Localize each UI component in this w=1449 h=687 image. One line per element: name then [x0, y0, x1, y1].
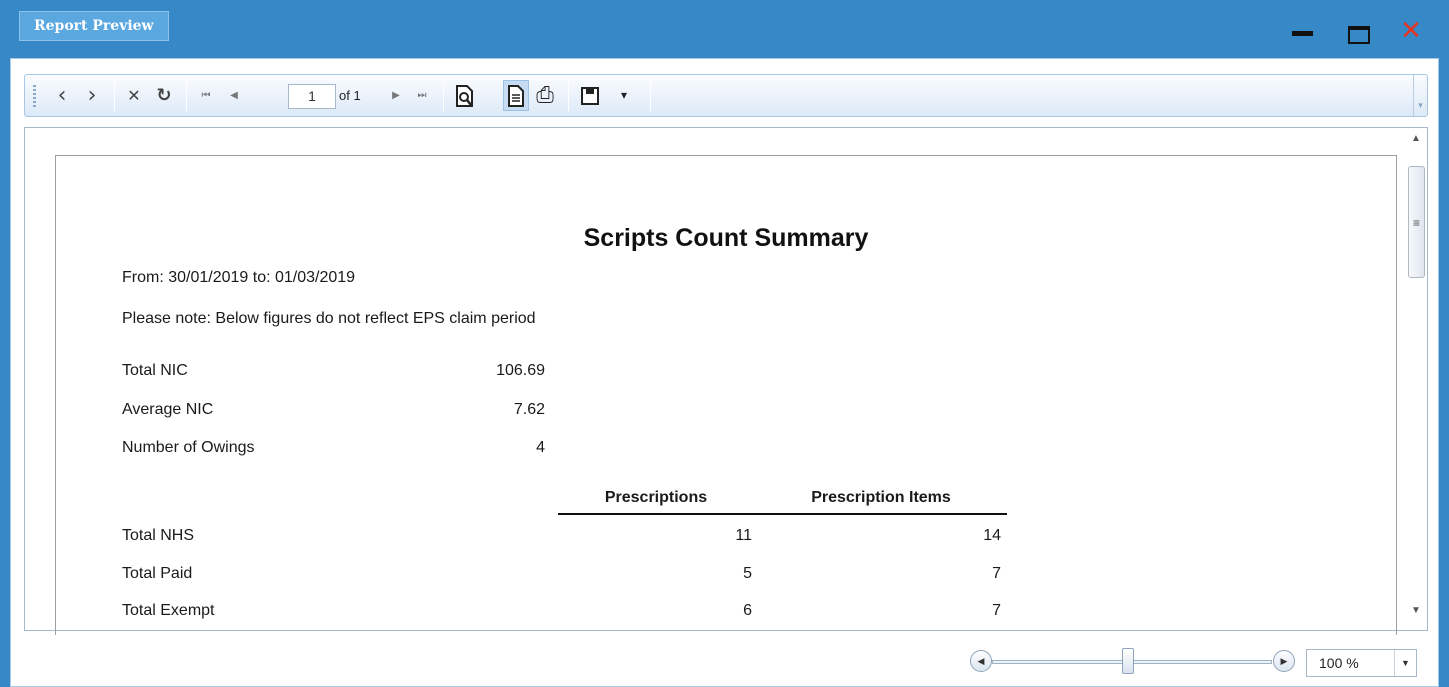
table-row-label: Total NHS [122, 527, 195, 544]
first-page-icon[interactable]: ⏮ [195, 75, 217, 116]
page-layout-icon[interactable] [504, 75, 528, 116]
toolbar-grip[interactable] [33, 85, 36, 107]
export-dropdown-icon[interactable]: ▾ [615, 75, 633, 116]
toolbar-overflow-icon[interactable]: ▾ [1413, 75, 1427, 116]
column-header-prescription-items: Prescription Items [811, 489, 951, 506]
maximize-button[interactable] [1344, 18, 1370, 44]
print-icon[interactable]: ⎙ [532, 75, 558, 116]
table-row-label: Total Paid [122, 565, 193, 582]
close-button[interactable]: ✕ [1398, 18, 1424, 44]
report-title: Scripts Count Summary [583, 224, 869, 252]
summary-label-total-nic: Total NIC [122, 362, 188, 379]
chevron-down-icon[interactable]: ▼ [1394, 650, 1416, 676]
report-toolbar: ‹ › ✕ ↻ ⏮ ◀ 1 of 1 ▶ ⏭ ⎙ ▾ ▾ [24, 74, 1428, 117]
summary-value-owings: 4 [536, 439, 545, 456]
toolbar-separator [650, 81, 651, 111]
table-cell-prescriptions: 6 [743, 602, 752, 619]
last-page-icon[interactable]: ⏭ [411, 75, 433, 116]
report-viewport[interactable]: Scripts Count Summary From: 30/01/2019 t… [24, 127, 1428, 635]
previous-page-icon[interactable]: ◀ [223, 75, 245, 116]
zoom-in-icon[interactable]: ▶ [1273, 650, 1295, 672]
title-bar: Report Preview ✕ [0, 0, 1449, 58]
date-range-text: From: 30/01/2019 to: 01/03/2019 [122, 269, 356, 286]
header-underline [558, 513, 1007, 515]
minimize-button[interactable] [1290, 18, 1316, 44]
save-icon[interactable] [577, 75, 603, 116]
table-cell-items: 7 [992, 565, 1001, 582]
current-page-input[interactable]: 1 [288, 84, 336, 109]
find-icon[interactable] [452, 75, 478, 116]
toolbar-separator [568, 81, 569, 111]
summary-value-average-nic: 7.62 [513, 401, 545, 418]
vertical-scrollbar[interactable]: ▲ ≡ ▼ [1405, 128, 1427, 630]
summary-label-owings: Number of Owings [122, 439, 255, 456]
report-page: Scripts Count Summary From: 30/01/2019 t… [55, 155, 1397, 635]
table-row-label: Total Exempt [122, 602, 215, 619]
stop-icon[interactable]: ✕ [123, 75, 145, 116]
zoom-value: 100 % [1319, 655, 1359, 671]
report-viewer-client: ‹ › ✕ ↻ ⏮ ◀ 1 of 1 ▶ ⏭ ⎙ ▾ ▾ Scripts Cou… [10, 58, 1439, 687]
toolbar-separator [186, 81, 187, 111]
zoom-slider-thumb[interactable] [1122, 648, 1134, 674]
scroll-down-icon[interactable]: ▼ [1405, 602, 1427, 620]
table-cell-prescriptions: 5 [743, 565, 752, 582]
forward-icon[interactable]: › [81, 75, 103, 116]
refresh-icon[interactable]: ↻ [153, 75, 175, 116]
table-cell-prescriptions: 11 [735, 527, 752, 544]
zoom-select[interactable]: 100 % ▼ [1306, 649, 1417, 677]
summary-label-average-nic: Average NIC [122, 401, 214, 418]
summary-value-total-nic: 106.69 [496, 362, 545, 379]
table-cell-items: 14 [983, 527, 1001, 544]
toolbar-separator [443, 81, 444, 111]
page-count-label: of 1 [339, 88, 361, 103]
next-page-icon[interactable]: ▶ [385, 75, 407, 116]
zoom-bar: ◀ ▶ 100 % ▼ [24, 637, 1428, 683]
table-cell-items: 7 [992, 602, 1001, 619]
report-preview-window: Report Preview ✕ ‹ › ✕ ↻ ⏮ ◀ 1 of 1 ▶ ⏭ [0, 0, 1449, 687]
scrollbar-thumb[interactable]: ≡ [1408, 166, 1425, 278]
scroll-up-icon[interactable]: ▲ [1405, 130, 1427, 148]
toolbar-separator [114, 81, 115, 111]
zoom-out-icon[interactable]: ◀ [970, 650, 992, 672]
window-title: Report Preview [19, 11, 169, 41]
column-header-prescriptions: Prescriptions [604, 489, 708, 506]
report-note: Please note: Below figures do not reflec… [122, 310, 536, 327]
back-icon[interactable]: ‹ [51, 75, 73, 116]
